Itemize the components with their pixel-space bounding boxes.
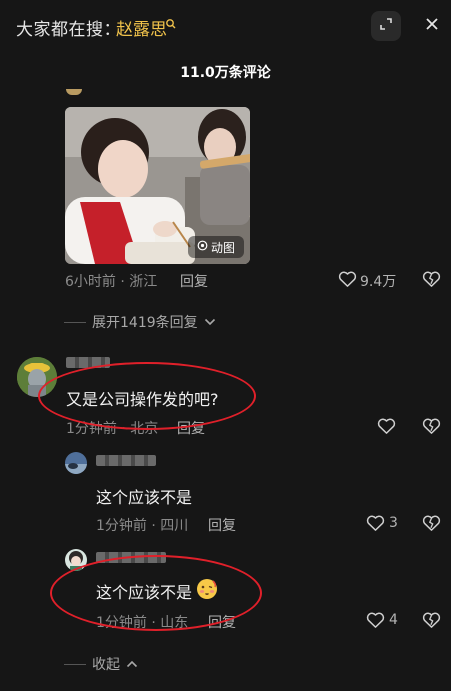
username-redacted[interactable] (66, 357, 110, 368)
avatar-illustration (65, 549, 87, 571)
comment-text: 又是公司操作发的吧? (66, 390, 219, 409)
collapse-label: 收起 (92, 657, 120, 673)
broken-heart-icon (422, 514, 441, 536)
avatar[interactable] (17, 357, 57, 397)
avatar[interactable] (65, 549, 87, 571)
chevron-up-icon (126, 656, 138, 672)
divider (64, 321, 86, 323)
comment-meta: 1分钟前 · 北京 (66, 421, 159, 437)
search-prefix: 大家都在搜： (16, 20, 121, 40)
dislike-button[interactable] (422, 514, 441, 536)
expand-replies-label: 展开1419条回复 (92, 315, 198, 331)
avatar[interactable] (65, 452, 87, 474)
avatar-illustration (17, 357, 57, 397)
divider (64, 663, 86, 665)
search-icon[interactable] (165, 15, 177, 29)
broken-heart-icon (422, 270, 441, 292)
expand-icon (378, 16, 394, 36)
reply-button[interactable]: 回复 (208, 612, 236, 632)
broken-heart-icon (422, 611, 441, 633)
avatar[interactable] (66, 89, 82, 95)
like-count: 3 (389, 515, 398, 531)
expand-replies-button[interactable]: 展开1419条回复 (64, 312, 216, 332)
comment-meta: 6小时前 · 浙江 (65, 274, 158, 290)
comment-text: 这个应该不是 (96, 488, 193, 507)
close-button[interactable] (417, 11, 447, 41)
comment-text: 这个应该不是 (96, 583, 193, 602)
heart-icon (377, 417, 396, 439)
username-redacted[interactable] (96, 552, 166, 563)
like-button[interactable] (366, 514, 385, 536)
reply-button[interactable]: 回复 (208, 515, 236, 535)
expand-button[interactable] (371, 11, 401, 41)
comment-meta: 1分钟前 · 山东 (96, 615, 189, 631)
gif-badge-label: 动图 (210, 240, 235, 255)
close-icon (424, 16, 440, 36)
like-count: 4 (389, 612, 398, 628)
heart-icon (366, 514, 385, 536)
like-button[interactable] (366, 611, 385, 633)
search-keyword-link[interactable]: 赵露思 (116, 15, 167, 40)
username-redacted[interactable] (96, 455, 156, 466)
dislike-button[interactable] (422, 417, 441, 439)
dislike-button[interactable] (422, 611, 441, 633)
blushing-emoji-icon (196, 578, 218, 604)
avatar-illustration (65, 452, 87, 474)
comment-meta: 1分钟前 · 四川 (96, 518, 189, 534)
reply-button[interactable]: 回复 (180, 271, 208, 291)
broken-heart-icon (422, 417, 441, 439)
collapse-replies-button[interactable]: 收起 (64, 654, 138, 674)
chevron-down-icon (204, 314, 216, 330)
heart-icon (366, 611, 385, 633)
like-count: 9.4万 (360, 274, 397, 290)
gif-icon (197, 240, 208, 254)
like-button[interactable] (338, 270, 357, 292)
reply-button[interactable]: 回复 (177, 418, 205, 438)
like-button[interactable] (377, 417, 396, 439)
heart-icon (338, 270, 357, 292)
comment-count-title: 11.0万条评论 (180, 65, 271, 81)
gif-badge: 动图 (188, 236, 244, 258)
dislike-button[interactable] (422, 270, 441, 292)
comment-body: 这个应该不是 (96, 578, 218, 604)
